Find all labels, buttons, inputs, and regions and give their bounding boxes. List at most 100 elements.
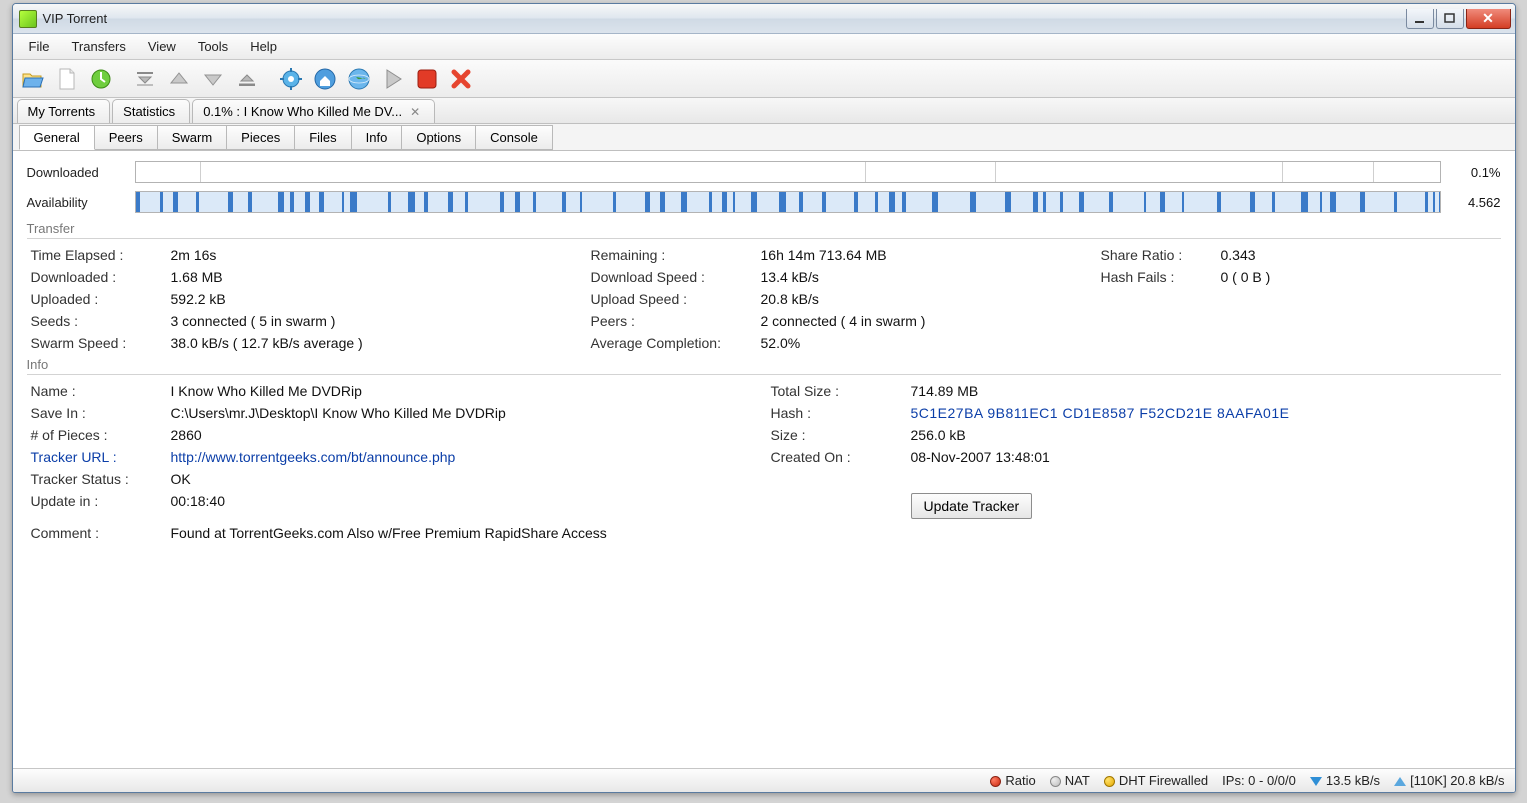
total-size-label: Total Size : — [771, 383, 911, 399]
settings-icon[interactable] — [277, 65, 305, 93]
availability-row: Availability 4.562 — [27, 191, 1501, 213]
downloaded-bar — [135, 161, 1441, 183]
tracker-status-label: Tracker Status : — [31, 471, 171, 487]
globe-icon[interactable] — [345, 65, 373, 93]
tab-close-icon[interactable]: ✕ — [410, 105, 420, 119]
subtab-general[interactable]: General — [19, 125, 95, 150]
swarm-speed-label: Swarm Speed : — [31, 335, 171, 351]
piece-size-value: 256.0 kB — [911, 427, 1391, 443]
subtab-peers[interactable]: Peers — [94, 125, 158, 150]
hash-fails-value: 0 ( 0 B ) — [1221, 269, 1381, 285]
subtab-options[interactable]: Options — [401, 125, 476, 150]
update-in-value: 00:18:40 — [171, 493, 771, 519]
transfer-grid: Time Elapsed :2m 16s Remaining :16h 14m … — [27, 247, 1501, 351]
url-icon[interactable] — [87, 65, 115, 93]
subtab-console[interactable]: Console — [475, 125, 553, 150]
name-value: I Know Who Killed Me DVDRip — [171, 383, 771, 399]
subtab-pieces[interactable]: Pieces — [226, 125, 295, 150]
tracker-url-value[interactable]: http://www.torrentgeeks.com/bt/announce.… — [171, 449, 771, 465]
menu-view[interactable]: View — [138, 37, 186, 56]
queue-bottom-icon[interactable] — [233, 65, 261, 93]
queue-up-icon[interactable] — [165, 65, 193, 93]
avg-completion-value: 52.0% — [761, 335, 1101, 351]
pieces-label: # of Pieces : — [31, 427, 171, 443]
stop-icon[interactable] — [413, 65, 441, 93]
uploaded-value: 592.2 kB — [171, 291, 591, 307]
avg-completion-label: Average Completion: — [591, 335, 761, 351]
availability-value: 4.562 — [1449, 195, 1501, 210]
update-tracker-button[interactable]: Update Tracker — [911, 493, 1033, 519]
open-icon[interactable] — [19, 65, 47, 93]
new-icon[interactable] — [53, 65, 81, 93]
menubar: File Transfers View Tools Help — [13, 34, 1515, 60]
window-title: VIP Torrent — [43, 11, 1406, 26]
status-up-speed: [110K] 20.8 kB/s — [1394, 773, 1504, 788]
upload-speed-label: Upload Speed : — [591, 291, 761, 307]
play-icon[interactable] — [379, 65, 407, 93]
share-ratio-value: 0.343 — [1221, 247, 1381, 263]
subtab-swarm[interactable]: Swarm — [157, 125, 227, 150]
uploaded-label: Uploaded : — [31, 291, 171, 307]
subtab-info[interactable]: Info — [351, 125, 403, 150]
down-arrow-icon — [1310, 777, 1322, 786]
download-speed-value: 13.4 kB/s — [761, 269, 1101, 285]
update-in-label: Update in : — [31, 493, 171, 519]
downloaded-label: Downloaded — [27, 165, 135, 180]
tab-statistics[interactable]: Statistics — [112, 99, 190, 123]
dht-dot-icon — [1104, 776, 1115, 787]
hash-fails-label: Hash Fails : — [1101, 269, 1221, 285]
hash-value: 5C1E27BA 9B811EC1 CD1E8587 F52CD21E 8AAF… — [911, 405, 1391, 421]
piece-size-label: Size : — [771, 427, 911, 443]
upload-speed-value: 20.8 kB/s — [761, 291, 1101, 307]
status-nat: NAT — [1050, 773, 1090, 788]
downloaded-value: 0.1% — [1449, 165, 1501, 180]
home-icon[interactable] — [311, 65, 339, 93]
download-speed-label: Download Speed : — [591, 269, 761, 285]
tab-torrent-detail[interactable]: 0.1% : I Know Who Killed Me DV...✕ — [192, 99, 435, 123]
app-icon — [19, 10, 37, 28]
tracker-status-value: OK — [171, 471, 771, 487]
tab-label: My Torrents — [28, 104, 96, 119]
status-dht: DHT Firewalled — [1104, 773, 1208, 788]
swarm-speed-value: 38.0 kB/s ( 12.7 kB/s average ) — [171, 335, 591, 351]
primary-tabs: My Torrents Statistics 0.1% : I Know Who… — [13, 98, 1515, 124]
info-group-title: Info — [27, 357, 1501, 375]
availability-bar — [135, 191, 1441, 213]
detail-tabs: General Peers Swarm Pieces Files Info Op… — [13, 124, 1515, 151]
time-elapsed-value: 2m 16s — [171, 247, 591, 263]
status-down-speed: 13.5 kB/s — [1310, 773, 1380, 788]
minimize-button[interactable] — [1406, 9, 1434, 29]
peers-label: Peers : — [591, 313, 761, 329]
menu-tools[interactable]: Tools — [188, 37, 238, 56]
delete-icon[interactable] — [447, 65, 475, 93]
maximize-button[interactable] — [1436, 9, 1464, 29]
status-ips: IPs: 0 - 0/0/0 — [1222, 773, 1296, 788]
statusbar: Ratio NAT DHT Firewalled IPs: 0 - 0/0/0 … — [13, 768, 1515, 792]
tracker-url-label: Tracker URL : — [31, 449, 171, 465]
created-on-label: Created On : — [771, 449, 911, 465]
subtab-files[interactable]: Files — [294, 125, 351, 150]
window-controls: ✕ — [1406, 9, 1511, 29]
comment-value: Found at TorrentGeeks.com Also w/Free Pr… — [171, 525, 1391, 541]
content-area: Downloaded 0.1% Availability 4.562 Trans… — [13, 151, 1515, 768]
downloaded-amount-value: 1.68 MB — [171, 269, 591, 285]
ratio-dot-icon — [990, 776, 1001, 787]
menu-file[interactable]: File — [19, 37, 60, 56]
tab-label: Statistics — [123, 104, 175, 119]
queue-top-icon[interactable] — [131, 65, 159, 93]
name-label: Name : — [31, 383, 171, 399]
transfer-group-title: Transfer — [27, 221, 1501, 239]
info-grid: Name :I Know Who Killed Me DVDRip Total … — [27, 383, 1501, 541]
menu-help[interactable]: Help — [240, 37, 287, 56]
remaining-value: 16h 14m 713.64 MB — [761, 247, 1101, 263]
pieces-value: 2860 — [171, 427, 771, 443]
time-elapsed-label: Time Elapsed : — [31, 247, 171, 263]
close-button[interactable]: ✕ — [1466, 9, 1511, 29]
seeds-value: 3 connected ( 5 in swarm ) — [171, 313, 591, 329]
menu-transfers[interactable]: Transfers — [61, 37, 135, 56]
tab-my-torrents[interactable]: My Torrents — [17, 99, 111, 123]
queue-down-icon[interactable] — [199, 65, 227, 93]
peers-value: 2 connected ( 4 in swarm ) — [761, 313, 1101, 329]
app-window: VIP Torrent ✕ File Transfers View Tools … — [12, 3, 1516, 793]
toolbar — [13, 60, 1515, 98]
